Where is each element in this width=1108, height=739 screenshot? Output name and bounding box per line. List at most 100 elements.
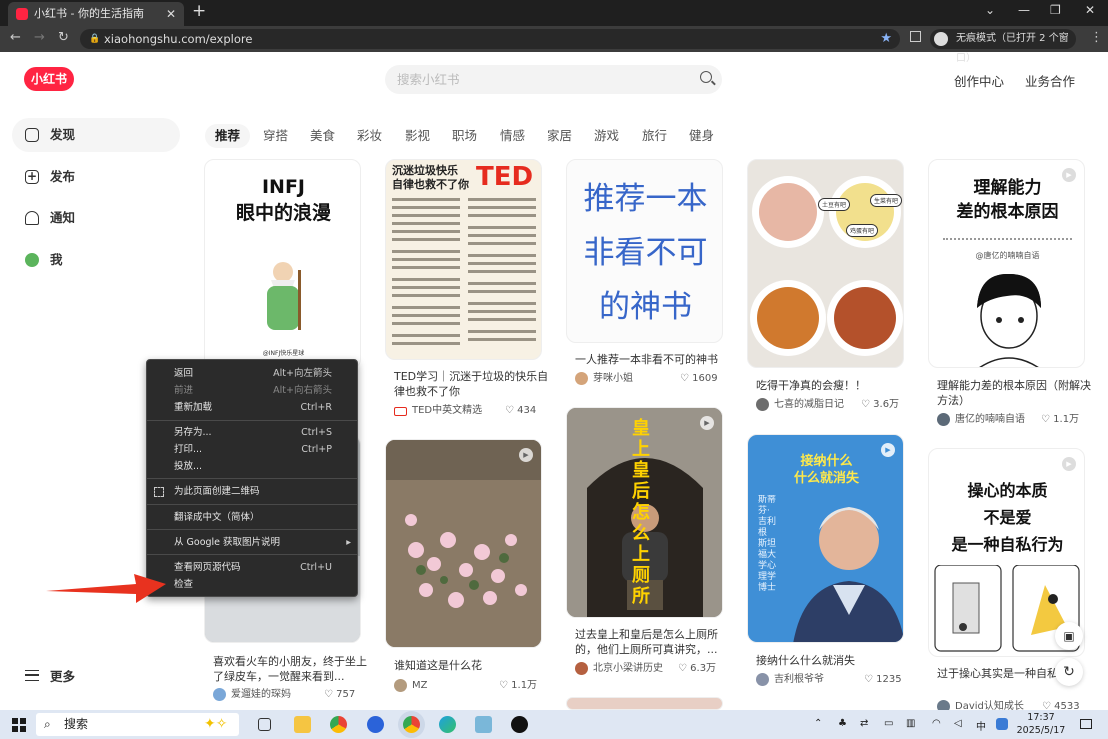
reload-icon[interactable]: ↻ [58, 30, 69, 45]
browser-menu-icon[interactable]: ⋮ [1090, 30, 1103, 45]
channel-games[interactable]: 游戏 [594, 124, 619, 148]
note-author[interactable]: 爱遛娃的琛妈 [213, 688, 291, 702]
back-arrow-icon[interactable]: ← [10, 30, 21, 45]
note-cover[interactable] [566, 697, 723, 710]
tray-app-icon[interactable]: ▭ [884, 718, 893, 729]
channel-outfit[interactable]: 穿搭 [263, 124, 288, 148]
note-cover[interactable]: INFJ 眼中的浪漫 @INFJ快乐星球 [204, 159, 361, 369]
input-method-indicator[interactable]: 中 [976, 718, 986, 733]
note-cover[interactable]: ▶ [385, 439, 542, 648]
note-author[interactable]: MZ [394, 679, 427, 693]
context-menu-image-descriptions[interactable]: 从 Google 获取图片说明 ▸ [147, 534, 357, 551]
volume-icon[interactable]: ◁ [954, 718, 962, 729]
browser-tab[interactable]: 小红书 - 你的生活指南 ✕ [8, 2, 184, 26]
like-count[interactable]: ♡ 1235 [864, 673, 902, 687]
note-author[interactable]: TED中英文精选 [394, 404, 482, 418]
business-link[interactable]: 业务合作 [1025, 71, 1075, 90]
channel-recommend[interactable]: 推荐 [205, 124, 251, 148]
note-author[interactable]: 北京小梁讲历史 [575, 662, 663, 676]
context-menu-translate[interactable]: 翻译成中文（简体） [147, 509, 357, 526]
tray-app-icon[interactable]: ♣ [838, 718, 847, 729]
tray-app-icon[interactable]: ⇄ [860, 718, 868, 729]
note-title[interactable]: 一人推荐一本非看不可的神书 [575, 352, 732, 367]
channel-food[interactable]: 美食 [310, 124, 335, 148]
note-author[interactable]: 唐亿的喃喃自语 [937, 413, 1025, 427]
channel-emotion[interactable]: 情感 [500, 124, 525, 148]
refresh-icon[interactable]: ↻ [1055, 658, 1083, 686]
like-count[interactable]: ♡ 434 [505, 404, 536, 418]
note-title[interactable]: 过去皇上和皇后是怎么上厕所的，他们上厕所可真讲究，... [575, 627, 732, 657]
forward-arrow-icon[interactable]: → [34, 30, 45, 45]
note-author[interactable]: 吉利根爷爷 [756, 673, 824, 687]
app-icon[interactable] [367, 716, 384, 733]
tab-search-icon[interactable]: ⌄ [985, 3, 995, 17]
note-cover[interactable]: 土豆有吧 生菜有吧 鸡蛋有吧 [747, 159, 904, 368]
address-bar[interactable]: 🔒 xiaohongshu.com/explore ★ [80, 29, 900, 49]
tray-chevron-icon[interactable]: ⌃ [814, 718, 822, 729]
wifi-icon[interactable]: ◠ [932, 718, 941, 729]
context-menu-back[interactable]: 返回 Alt+向左箭头 [147, 365, 357, 382]
channel-movies[interactable]: 影视 [405, 124, 430, 148]
close-window-button[interactable]: ✕ [1085, 3, 1095, 17]
note-title[interactable]: 谁知道这是什么花 [394, 658, 551, 673]
like-count[interactable]: ♡ 1609 [680, 372, 718, 386]
ime-icon[interactable] [996, 718, 1008, 730]
maximize-button[interactable]: ❐ [1050, 3, 1061, 17]
file-explorer-icon[interactable] [294, 716, 311, 733]
note-cover[interactable]: 皇上皇后怎么上厕所 ▶ [566, 407, 723, 618]
note-title[interactable]: 喜欢看火车的小朋友，终于坐上了绿皮车，一觉醒来看到... [213, 654, 370, 684]
like-count[interactable]: ♡ 6.3万 [678, 662, 716, 676]
chrome-active-icon[interactable] [403, 716, 420, 733]
context-menu-cast[interactable]: 投放... [147, 458, 357, 475]
image-icon[interactable]: ▣ [1055, 622, 1083, 650]
new-tab-button[interactable]: + [192, 1, 206, 21]
qq-icon[interactable] [511, 716, 528, 733]
tab-close-icon[interactable]: ✕ [166, 2, 176, 26]
channel-home[interactable]: 家居 [547, 124, 572, 148]
context-menu-reload[interactable]: 重新加载 Ctrl+R [147, 399, 357, 416]
note-title[interactable]: 接纳什么什么就消失 [756, 653, 913, 668]
like-count[interactable]: ♡ 1.1万 [499, 679, 537, 693]
side-panel-icon[interactable] [910, 31, 921, 42]
like-count[interactable]: ♡ 1.1万 [1041, 413, 1079, 427]
app-icon[interactable] [475, 716, 492, 733]
note-cover[interactable]: 推荐一本 非看不可 的神书 [566, 159, 723, 343]
channel-makeup[interactable]: 彩妆 [357, 124, 382, 148]
task-view-icon[interactable] [258, 718, 271, 731]
note-author[interactable]: 七喜的减脂日记 [756, 398, 844, 412]
windows-start-icon[interactable] [12, 718, 26, 732]
minimize-button[interactable]: — [1018, 3, 1030, 17]
channel-travel[interactable]: 旅行 [642, 124, 667, 148]
note-cover[interactable]: 理解能力 差的根本原因 @唐亿的喃喃自语 ▶ [928, 159, 1085, 368]
like-count[interactable]: ♡ 3.6万 [861, 398, 899, 412]
context-menu-qr-code[interactable]: 为此页面创建二维码 [147, 483, 357, 500]
sidebar-item-discover[interactable]: 发现 [12, 118, 180, 152]
note-title[interactable]: TED学习｜沉迷于垃圾的快乐自律也救不了你 [394, 369, 551, 399]
sidebar-item-more[interactable]: 更多 [12, 660, 180, 694]
sidebar-item-me[interactable]: 我 [12, 243, 180, 277]
context-menu-save-as[interactable]: 另存为... Ctrl+S [147, 424, 357, 441]
note-author[interactable]: 芽咪小姐 [575, 372, 633, 386]
note-title[interactable]: 理解能力差的根本原因（附解决方法） [937, 378, 1094, 408]
note-cover[interactable]: 接纳什么 什么就消失 斯蒂芬·吉利根 斯坦福大学心理学博士 ▶ [747, 434, 904, 643]
edge-icon[interactable] [439, 716, 456, 733]
taskbar-clock[interactable]: 17:37 2025/5/17 [1016, 711, 1066, 737]
incognito-badge[interactable]: 无痕模式（已打开 2 个窗口） [930, 29, 1076, 64]
xiaohongshu-logo[interactable]: 小红书 [24, 67, 74, 91]
context-menu-view-source[interactable]: 查看网页源代码 Ctrl+U [147, 559, 357, 576]
sidebar-item-notifications[interactable]: 通知 [12, 201, 180, 235]
search-input[interactable]: 搜索小红书 [385, 65, 722, 94]
search-icon[interactable] [700, 71, 712, 83]
notification-icon[interactable] [1080, 719, 1092, 729]
taskbar-search-box[interactable]: ⌕ 搜索 ✦✧ [36, 713, 239, 736]
note-title[interactable]: 吃得干净真的会瘦！！ [756, 378, 913, 393]
tray-audio-icon[interactable]: ▥ [906, 718, 915, 729]
creator-center-link[interactable]: 创作中心 [954, 71, 1004, 90]
context-menu-print[interactable]: 打印... Ctrl+P [147, 441, 357, 458]
sidebar-item-publish[interactable]: + 发布 [12, 160, 180, 194]
channel-career[interactable]: 职场 [452, 124, 477, 148]
channel-fitness[interactable]: 健身 [689, 124, 714, 148]
note-cover[interactable]: 沉迷垃圾快乐 自律也救不了你 TED [385, 159, 542, 360]
chrome-icon[interactable] [330, 716, 347, 733]
context-menu-inspect[interactable]: 检查 [147, 576, 357, 593]
